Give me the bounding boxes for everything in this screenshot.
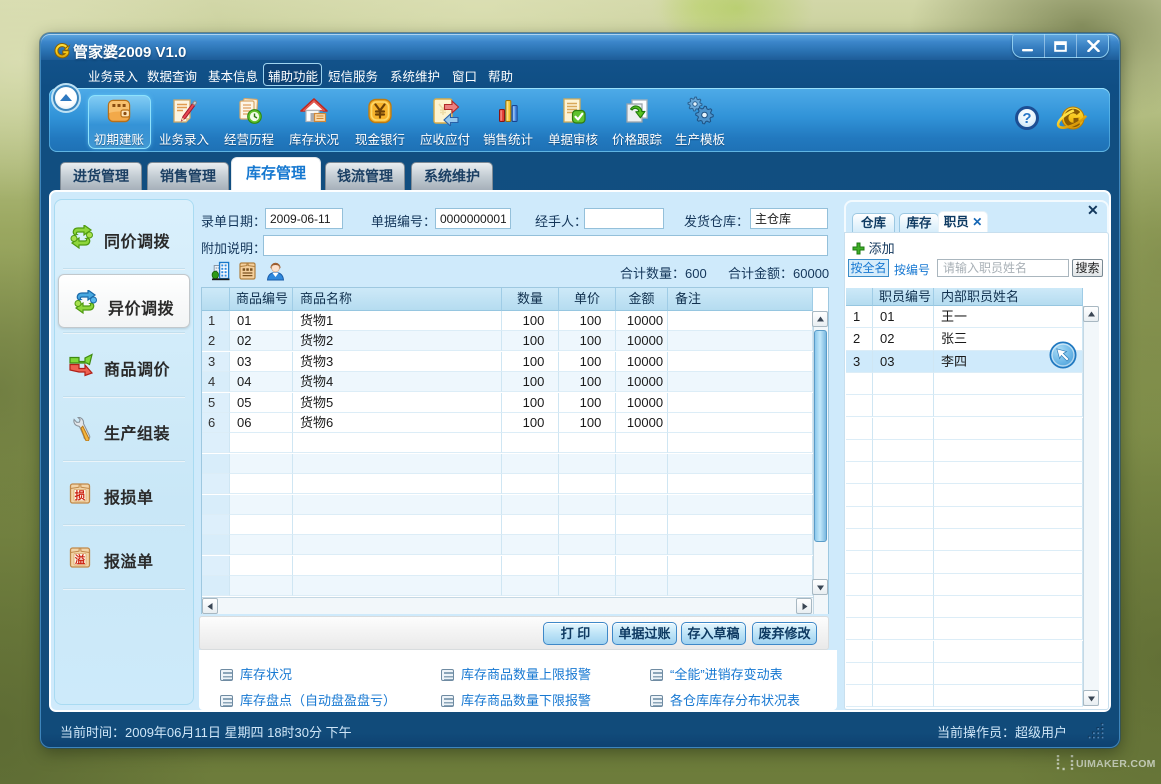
svg-text:溢: 溢 — [75, 553, 86, 566]
svg-text:损: 损 — [75, 489, 86, 502]
